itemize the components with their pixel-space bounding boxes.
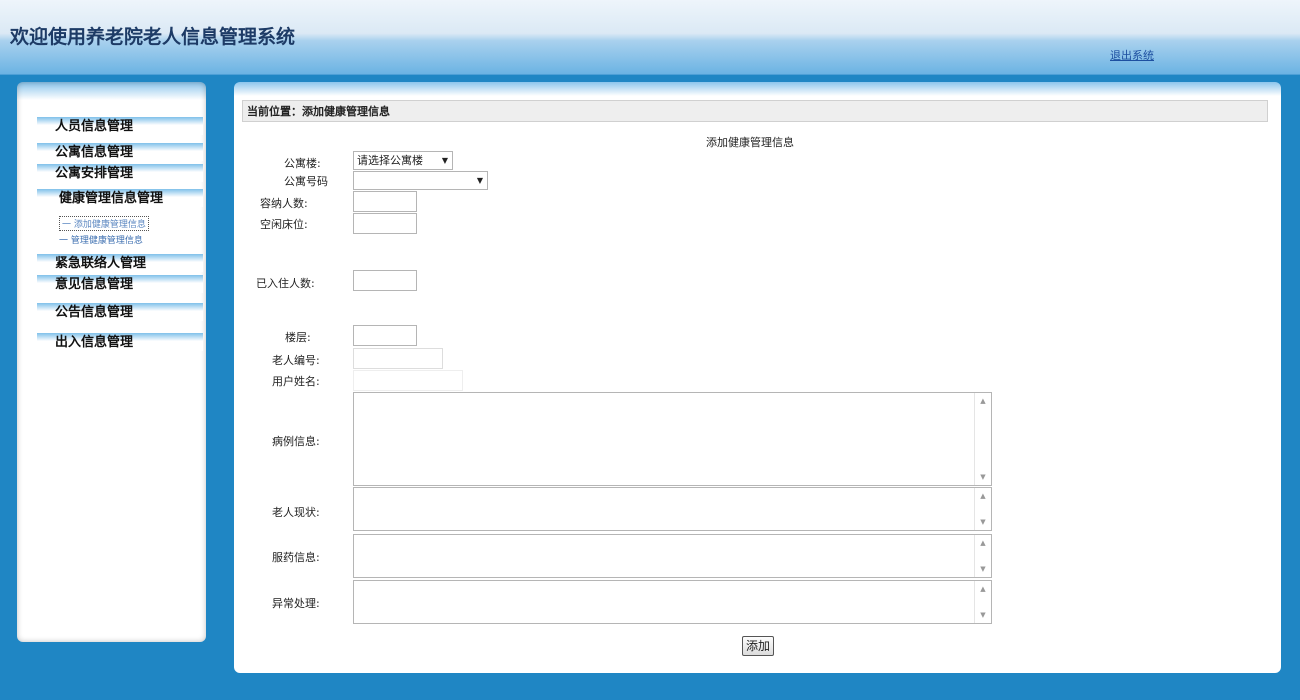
logout-link[interactable]: 退出系统 — [1110, 47, 1154, 63]
app-title: 欢迎使用养老院老人信息管理系统 — [10, 26, 296, 48]
medication-label: 服药信息: — [272, 551, 320, 564]
status-label: 老人现状: — [272, 506, 320, 519]
medical-label: 病例信息: — [272, 435, 320, 448]
username-label: 用户姓名: — [272, 375, 320, 388]
username-input[interactable] — [353, 370, 463, 391]
main-panel: 当前位置：添加健康管理信息 添加健康管理信息 公寓楼: 请选择公寓楼 ▼ 公寓号… — [234, 82, 1281, 673]
scrollbar[interactable]: ▲ ▼ — [974, 488, 991, 530]
elder-id-input[interactable] — [353, 348, 443, 369]
capacity-input[interactable] — [353, 191, 417, 212]
room-select[interactable]: ▼ — [353, 171, 488, 190]
scroll-up-icon[interactable]: ▲ — [975, 397, 991, 405]
scrollbar[interactable]: ▲ ▼ — [974, 581, 991, 623]
chevron-down-icon: ▼ — [441, 156, 448, 165]
scroll-up-icon[interactable]: ▲ — [975, 585, 991, 593]
form-title: 添加健康管理信息 — [706, 136, 794, 149]
room-label: 公寓号码 — [284, 175, 328, 188]
chevron-down-icon: ▼ — [476, 176, 483, 185]
vacant-label: 空闲床位: — [260, 218, 308, 231]
submenu-add-health[interactable]: 一 添加健康管理信息 — [59, 216, 149, 231]
menu-apartment-arrangement[interactable]: 公寓安排管理 — [37, 164, 203, 182]
building-label: 公寓楼: — [284, 157, 321, 170]
scroll-down-icon[interactable]: ▼ — [975, 473, 991, 481]
scroll-down-icon[interactable]: ▼ — [975, 611, 991, 619]
menu-health[interactable]: 健康管理信息管理 — [37, 189, 203, 207]
scrollbar[interactable]: ▲ ▼ — [974, 535, 991, 577]
building-select-value: 请选择公寓楼 — [357, 154, 423, 167]
add-button[interactable]: 添加 — [742, 636, 774, 656]
elder-id-label: 老人编号: — [272, 354, 320, 367]
vacant-input[interactable] — [353, 213, 417, 234]
status-textarea[interactable]: ▲ ▼ — [353, 487, 992, 531]
building-select[interactable]: 请选择公寓楼 ▼ — [353, 151, 453, 170]
menu-access[interactable]: 出入信息管理 — [37, 333, 203, 351]
medical-textarea[interactable]: ▲ ▼ — [353, 392, 992, 486]
exception-textarea[interactable]: ▲ ▼ — [353, 580, 992, 624]
occupied-input[interactable] — [353, 270, 417, 291]
menu-emergency-contact[interactable]: 紧急联络人管理 — [37, 254, 203, 272]
breadcrumb: 当前位置：添加健康管理信息 — [242, 100, 1268, 122]
scrollbar[interactable]: ▲ ▼ — [974, 393, 991, 485]
occupied-label: 已入住人数: — [256, 277, 315, 290]
sidebar: 人员信息管理 公寓信息管理 公寓安排管理 健康管理信息管理 一 添加健康管理信息… — [17, 82, 206, 642]
exception-label: 异常处理: — [272, 597, 320, 610]
scroll-down-icon[interactable]: ▼ — [975, 518, 991, 526]
header-bar: 欢迎使用养老院老人信息管理系统 退出系统 — [0, 0, 1300, 75]
medication-textarea[interactable]: ▲ ▼ — [353, 534, 992, 578]
menu-apartment[interactable]: 公寓信息管理 — [37, 143, 203, 161]
menu-personnel[interactable]: 人员信息管理 — [37, 117, 203, 135]
submenu-manage-health[interactable]: 一 管理健康管理信息 — [59, 233, 143, 246]
floor-input[interactable] — [353, 325, 417, 346]
scroll-up-icon[interactable]: ▲ — [975, 492, 991, 500]
capacity-label: 容纳人数: — [260, 197, 308, 210]
scroll-down-icon[interactable]: ▼ — [975, 565, 991, 573]
menu-opinion[interactable]: 意见信息管理 — [37, 275, 203, 293]
floor-label: 楼层: — [285, 331, 311, 344]
menu-notice[interactable]: 公告信息管理 — [37, 303, 203, 321]
scroll-up-icon[interactable]: ▲ — [975, 539, 991, 547]
